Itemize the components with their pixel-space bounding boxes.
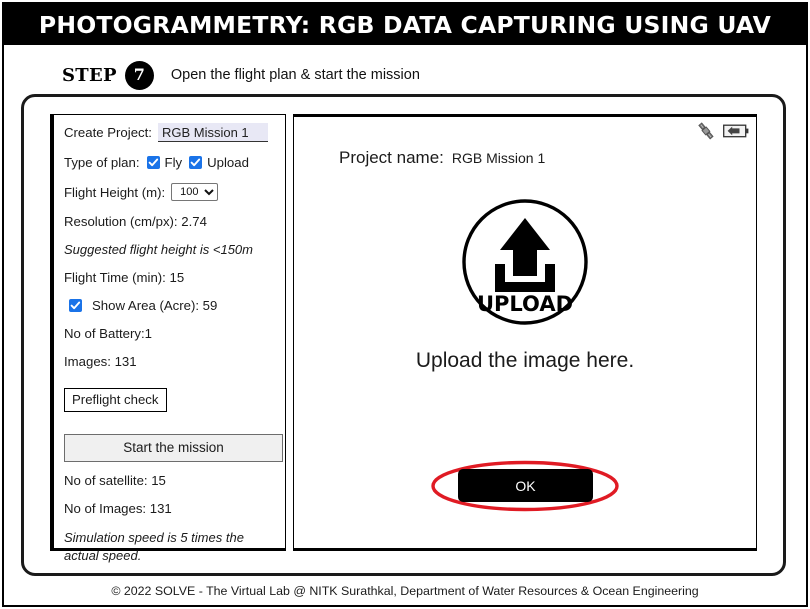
battery-icon: [723, 124, 749, 138]
no-of-satellite-row: No of satellite: 15: [64, 473, 166, 488]
status-icon-group: [696, 121, 749, 141]
create-project-row: Create Project:: [64, 123, 275, 142]
step-description: Open the flight plan & start the mission: [170, 67, 420, 83]
upload-caption: Upload the image here.: [415, 349, 635, 372]
preflight-check-button[interactable]: Preflight check: [64, 388, 167, 412]
project-name-label: Project name:: [339, 148, 444, 167]
resolution-row: Resolution (cm/px): 2.74: [64, 214, 207, 229]
type-of-plan-label: Type of plan:: [64, 155, 140, 170]
check-icon: [190, 158, 201, 167]
page-frame: PHOTOGRAMMETRY: RGB DATA CAPTURING USING…: [2, 2, 808, 607]
satellite-icon: [698, 122, 714, 140]
flight-height-label: Flight Height (m):: [64, 184, 166, 200]
create-project-label: Create Project:: [64, 125, 152, 140]
flight-height-select[interactable]: 100: [171, 183, 219, 201]
fly-checkbox[interactable]: [146, 156, 160, 169]
suggested-height-note: Suggested flight height is <150m: [64, 242, 253, 257]
step-label: STEP: [62, 64, 117, 86]
flight-time-row: Flight Time (min): 15: [64, 270, 185, 285]
no-of-battery-row: No of Battery:1: [64, 326, 152, 341]
footer-copyright: © 2022 SOLVE - The Virtual Lab @ NITK Su…: [111, 584, 699, 598]
fly-label: Fly: [164, 155, 183, 170]
show-area-row: Show Area (Acre): 59: [69, 298, 275, 313]
upload-icon[interactable]: UPLOAD: [461, 198, 589, 326]
upload-icon-text: UPLOAD: [477, 292, 573, 316]
check-icon: [148, 158, 158, 167]
start-mission-button[interactable]: Start the mission: [64, 434, 283, 462]
project-name-display: Project name: RGB Mission 1: [339, 148, 545, 168]
page-title-bar: PHOTOGRAMMETRY: RGB DATA CAPTURING USING…: [4, 4, 806, 45]
ok-button[interactable]: OK: [458, 469, 593, 502]
flight-plan-config-panel: Create Project: Type of plan: Fly Upload: [50, 114, 286, 563]
upload-checkbox[interactable]: [189, 156, 203, 169]
step-indicator: STEP 7 Open the flight plan & start the …: [62, 59, 420, 91]
step-number-badge: 7: [124, 60, 154, 90]
show-area-label: Show Area (Acre): 59: [92, 298, 218, 313]
ok-button-group: OK: [430, 460, 620, 512]
simulation-speed-note: Simulation speed is 5 times the actual s…: [64, 530, 244, 563]
upload-label: Upload: [207, 155, 249, 170]
page-title: PHOTOGRAMMETRY: RGB DATA CAPTURING USING…: [38, 10, 772, 39]
images-count-row: Images: 131: [64, 354, 137, 369]
show-area-checkbox[interactable]: [69, 299, 82, 312]
check-icon: [70, 301, 81, 310]
type-of-plan-row: Type of plan: Fly Upload: [64, 155, 275, 170]
no-of-images-row: No of Images: 131: [64, 501, 172, 516]
upload-panel: Project name: RGB Mission 1 UPLOAD Uploa…: [293, 114, 757, 551]
project-name-input[interactable]: [157, 123, 268, 142]
application-window: Create Project: Type of plan: Fly Upload: [21, 94, 786, 576]
flight-height-row: Flight Height (m): 100: [64, 183, 275, 201]
project-name-value: RGB Mission 1: [451, 150, 546, 166]
